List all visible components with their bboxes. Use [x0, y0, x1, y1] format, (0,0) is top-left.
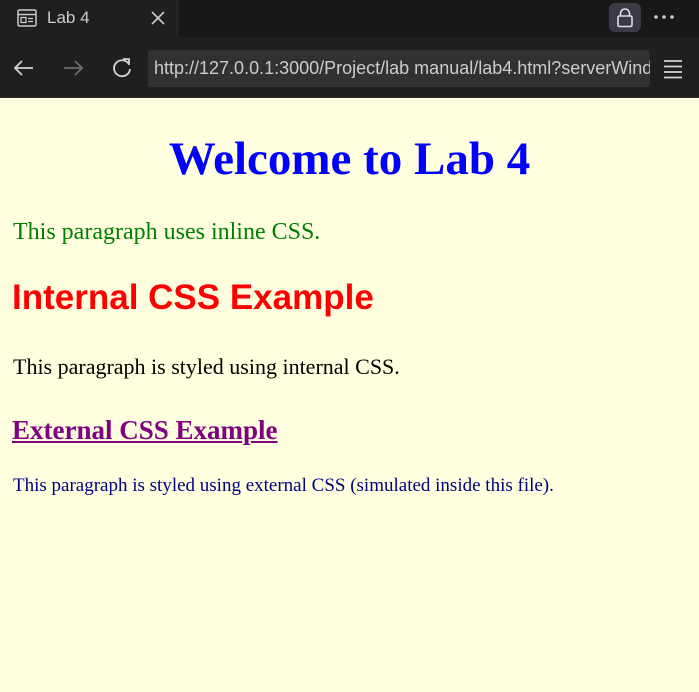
url-text: http://127.0.0.1:3000/Project/lab manual…: [154, 58, 650, 78]
tab-title: Lab 4: [47, 8, 90, 27]
inline-css-paragraph: This paragraph uses inline CSS.: [13, 219, 321, 245]
internal-css-paragraph: This paragraph is styled using internal …: [13, 354, 400, 379]
address-bar[interactable]: http://127.0.0.1:3000/Project/lab manual…: [148, 50, 650, 87]
browser-toolbar: http://127.0.0.1:3000/Project/lab manual…: [0, 37, 699, 98]
tab-lab4[interactable]: Lab 4: [0, 0, 178, 37]
more-actions-button[interactable]: [650, 6, 678, 30]
reload-icon[interactable]: [109, 55, 135, 81]
preview-page-icon: [17, 9, 37, 27]
back-arrow-icon[interactable]: [11, 55, 37, 81]
page-viewport: Welcome to Lab 4 This paragraph uses inl…: [0, 98, 699, 692]
external-css-heading: External CSS Example: [12, 415, 278, 445]
more-ellipsis-icon: [654, 15, 674, 19]
forward-arrow-icon[interactable]: [60, 55, 86, 81]
tab-bar: Lab 4: [0, 0, 699, 37]
menu-lines-icon[interactable]: [660, 57, 686, 81]
page-title: Welcome to Lab 4: [168, 133, 531, 185]
close-icon[interactable]: [148, 8, 168, 28]
internal-css-heading: Internal CSS Example: [12, 278, 374, 317]
lock-icon: [617, 8, 633, 28]
external-css-paragraph: This paragraph is styled using external …: [13, 475, 554, 496]
lock-button[interactable]: [609, 3, 641, 32]
